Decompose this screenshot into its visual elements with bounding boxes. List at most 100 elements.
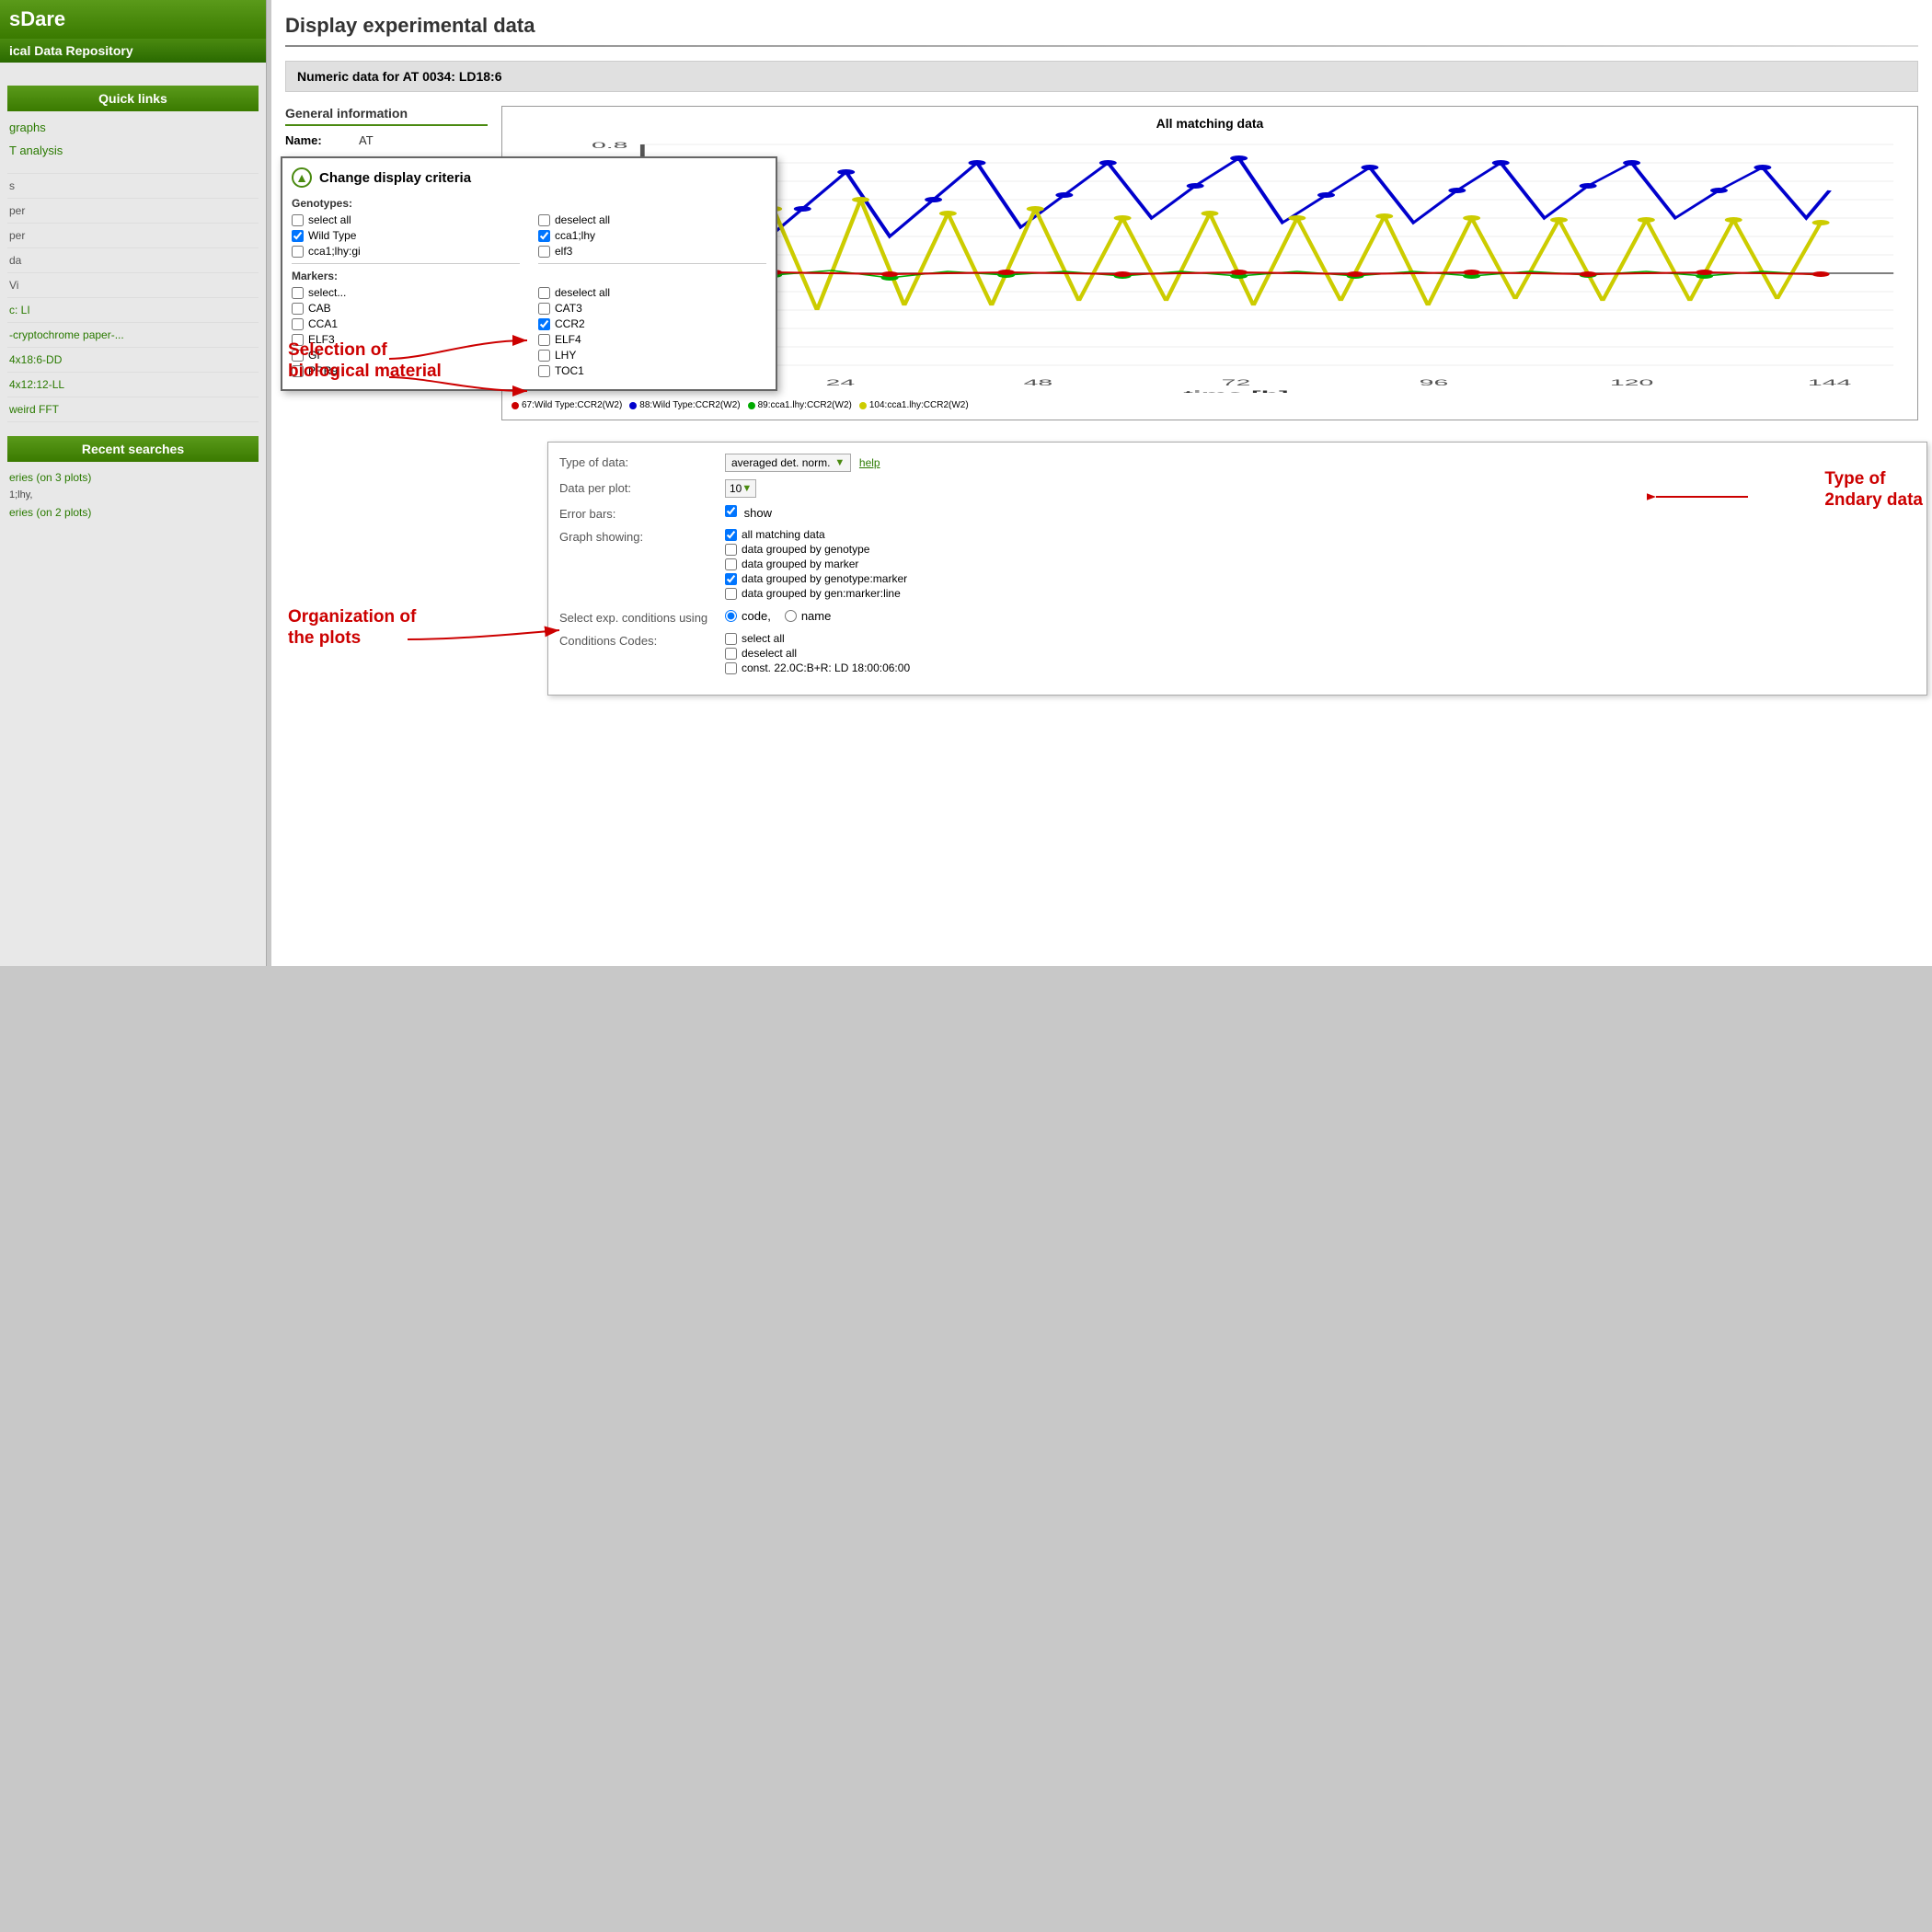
sidebar-item-4x18[interactable]: 4x18:6-DD: [0, 350, 266, 370]
marker-select[interactable]: select...: [292, 286, 520, 299]
name-label: Name:: [285, 133, 359, 147]
graph-showing-label: Graph showing:: [559, 528, 716, 544]
graph-opt-2[interactable]: data grouped by marker: [725, 558, 907, 570]
graph-opt-2-check[interactable]: [725, 558, 737, 570]
marker-cab-check[interactable]: [292, 303, 304, 315]
radio-code[interactable]: code,: [725, 609, 771, 623]
graph-opt-0-check[interactable]: [725, 529, 737, 541]
radio-code-input[interactable]: [725, 610, 737, 622]
graph-opt-1[interactable]: data grouped by genotype: [725, 543, 907, 556]
sidebar-item-crypto[interactable]: -cryptochrome paper-...: [0, 325, 266, 345]
legend-item-3: 104:cca1.lhy:CCR2(W2): [859, 400, 969, 410]
criteria-header: ▲ Change display criteria: [292, 167, 766, 188]
dropdown-arrow-icon: ▼: [834, 457, 845, 468]
marker-deselect-all-check[interactable]: [538, 287, 550, 299]
graph-opt-3-check[interactable]: [725, 573, 737, 585]
app-subtitle-text: ical Data Repository: [9, 43, 133, 58]
sidebar-link-analysis[interactable]: T analysis: [0, 139, 266, 162]
legend-item-1: 88:Wild Type:CCR2(W2): [629, 400, 740, 410]
select-conditions-label: Select exp. conditions using: [559, 609, 716, 625]
error-bars-check[interactable]: [725, 505, 737, 517]
cond-select-all[interactable]: select all: [725, 632, 910, 645]
type-of-data-label: Type of data:: [559, 454, 716, 469]
marker-cat3[interactable]: CAT3: [538, 302, 766, 315]
quick-links-header: Quick links: [7, 86, 259, 111]
cond-select-all-check[interactable]: [725, 633, 737, 645]
genotype-cca1lhygi-check[interactable]: [292, 246, 304, 258]
recent-item-2[interactable]: eries (on 2 plots): [0, 501, 266, 523]
genotype-select-all-check[interactable]: [292, 214, 304, 226]
recent-searches-header: Recent searches: [7, 436, 259, 462]
marker-ccr2-check[interactable]: [538, 318, 550, 330]
graph-opt-0[interactable]: all matching data: [725, 528, 907, 541]
svg-text:144: 144: [1808, 378, 1852, 387]
marker-select-check[interactable]: [292, 287, 304, 299]
marker-ccr2[interactable]: CCR2: [538, 317, 766, 330]
graph-opt-4-check[interactable]: [725, 588, 737, 600]
genotype-cca1lhy[interactable]: cca1;lhy: [538, 229, 766, 242]
recent-item-lhy: 1;lhy,: [0, 489, 266, 501]
genotype-wildtype[interactable]: Wild Type: [292, 229, 520, 242]
marker-cca1[interactable]: CCA1: [292, 317, 520, 330]
title-divider: [285, 45, 1918, 47]
radio-name-input[interactable]: [785, 610, 797, 622]
recent-item-0[interactable]: eries (on 3 plots): [0, 466, 266, 489]
sidebar-item-per2: per: [0, 225, 266, 246]
genotype-select-all[interactable]: select all: [292, 213, 520, 226]
data-per-plot-label: Data per plot:: [559, 479, 716, 495]
conditions-codes-row: Conditions Codes: select all deselect al…: [559, 632, 1915, 676]
genotype-wildtype-check[interactable]: [292, 230, 304, 242]
genotype-elf3-check[interactable]: [538, 246, 550, 258]
type-of-data-value: averaged det. norm. ▼ help: [725, 454, 880, 472]
legend-dot-1: [629, 402, 637, 409]
criteria-icon: ▲: [292, 167, 312, 188]
conditions-radio-group: code, name: [725, 609, 831, 623]
sidebar-item-4x12[interactable]: 4x12:12-LL: [0, 374, 266, 395]
sidebar-link-graphs[interactable]: graphs: [0, 116, 266, 139]
legend-dot-3: [859, 402, 867, 409]
divider-1: [292, 263, 520, 264]
genotype-deselect-all[interactable]: deselect all: [538, 213, 766, 226]
cond-deselect-all[interactable]: deselect all: [725, 647, 910, 660]
data-per-plot-value: 10 ▼: [725, 479, 756, 498]
graph-opt-4[interactable]: data grouped by gen:marker:line: [725, 587, 907, 600]
sidebar-item-s: s: [0, 176, 266, 196]
conditions-items: select all deselect all const. 22.0C:B+R…: [725, 632, 910, 676]
sidebar-item-da: da: [0, 250, 266, 270]
arrow-org: [398, 612, 582, 667]
name-value: AT: [359, 133, 374, 147]
cond-const-check[interactable]: [725, 662, 737, 674]
chart-title: All matching data: [512, 116, 1908, 131]
genotypes-label: Genotypes:: [292, 197, 520, 210]
radio-name[interactable]: name: [785, 609, 832, 623]
genotype-elf3[interactable]: elf3: [538, 245, 766, 258]
svg-text:48: 48: [1024, 378, 1053, 387]
genotype-cca1lhygi[interactable]: cca1;lhy:gi: [292, 245, 520, 258]
marker-cab[interactable]: CAB: [292, 302, 520, 315]
annotation-org: Organization ofthe plots: [288, 607, 416, 650]
data-per-plot-box[interactable]: 10 ▼: [725, 479, 756, 498]
sidebar: sDare ical Data Repository Quick links g…: [0, 0, 267, 966]
graph-opt-1-check[interactable]: [725, 544, 737, 556]
genotype-cca1lhy-check[interactable]: [538, 230, 550, 242]
sidebar-item-weird[interactable]: weird FFT: [0, 399, 266, 420]
sidebar-item-cll: c: LI: [0, 300, 266, 320]
info-name-row: Name: AT: [285, 133, 488, 147]
type-of-data-dropdown[interactable]: averaged det. norm. ▼: [725, 454, 851, 472]
divider-2: [538, 263, 766, 264]
marker-deselect-all[interactable]: deselect all: [538, 286, 766, 299]
svg-text:time [h]: time [h]: [1183, 389, 1288, 393]
cond-deselect-all-check[interactable]: [725, 648, 737, 660]
chart-legend: 67:Wild Type:CCR2(W2) 88:Wild Type:CCR2(…: [512, 400, 1908, 410]
marker-cca1-check[interactable]: [292, 318, 304, 330]
svg-text:0.8: 0.8: [592, 141, 628, 150]
cond-const[interactable]: const. 22.0C:B+R: LD 18:00:06:00: [725, 661, 910, 674]
data-per-plot-arrow: ▼: [742, 483, 752, 494]
general-info-title: General information: [285, 106, 488, 126]
criteria-title: Change display criteria: [319, 170, 471, 186]
genotype-deselect-all-check[interactable]: [538, 214, 550, 226]
help-link[interactable]: help: [859, 456, 880, 469]
graph-opt-3[interactable]: data grouped by genotype:marker: [725, 572, 907, 585]
marker-cat3-check[interactable]: [538, 303, 550, 315]
sidebar-item-vi: Vi: [0, 275, 266, 295]
